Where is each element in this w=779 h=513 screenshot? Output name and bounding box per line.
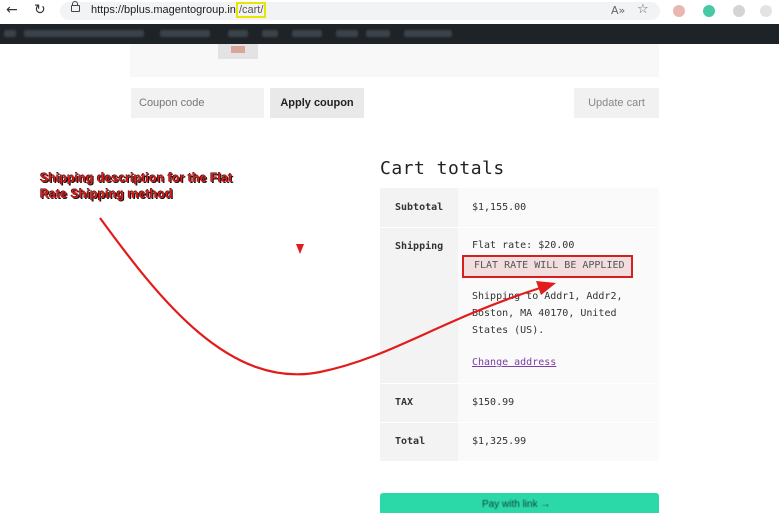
annotation-arrow-line: [99, 217, 541, 376]
annotation-arrow: [99, 217, 556, 376]
cursor-marker-icon: [296, 244, 304, 254]
annotation-arrowhead: [536, 281, 556, 295]
